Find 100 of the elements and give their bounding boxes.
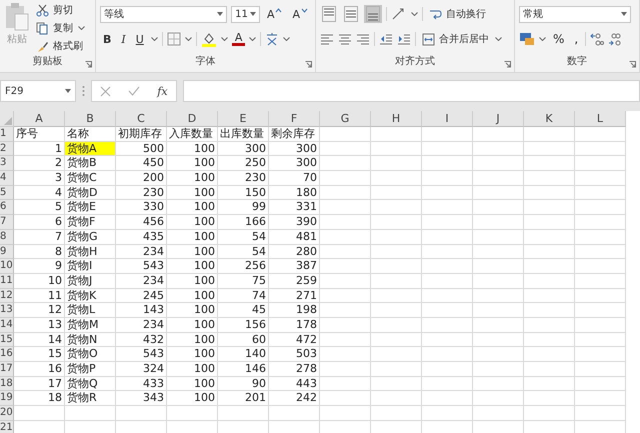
caret-icon[interactable] [150, 37, 158, 41]
row-header[interactable]: 4 [0, 171, 14, 186]
caret-icon[interactable] [78, 26, 85, 30]
row-header[interactable]: 6 [0, 200, 14, 216]
row-header[interactable]: 8 [0, 230, 14, 244]
caret-icon[interactable] [495, 37, 502, 41]
column-header[interactable]: F [269, 111, 320, 127]
table-cell: 2 [14, 156, 65, 172]
merge-center-button[interactable]: 合并后居中 [420, 31, 491, 47]
row-header[interactable]: 9 [0, 244, 14, 260]
row-header[interactable]: 13 [0, 303, 14, 318]
table-cell: 500 [116, 142, 167, 156]
formula-input[interactable] [183, 80, 640, 102]
row-header[interactable]: 7 [0, 215, 14, 230]
row-header[interactable]: 2 [0, 142, 14, 156]
font-color-button[interactable]: A [232, 32, 246, 46]
column-header[interactable]: H [371, 111, 422, 127]
row-header[interactable]: 1 [0, 127, 14, 142]
column-header[interactable]: K [524, 111, 575, 127]
borders-icon[interactable] [166, 32, 181, 46]
table-cell: 180 [269, 186, 320, 200]
row-header[interactable]: 10 [0, 259, 14, 274]
align-right-icon[interactable] [356, 33, 370, 45]
decrease-decimal-icon[interactable] [608, 32, 622, 46]
row-header[interactable]: 19 [0, 391, 14, 406]
dialog-launcher-icon[interactable] [629, 61, 636, 68]
row-header[interactable]: 20 [0, 406, 14, 421]
phonetic-guide-icon[interactable] [265, 32, 280, 46]
table-cell: 330 [116, 200, 167, 216]
table-cell: 100 [167, 347, 218, 362]
table-cell [320, 347, 371, 362]
increase-indent-icon[interactable] [397, 33, 411, 45]
align-center-icon[interactable] [338, 33, 352, 45]
name-box[interactable]: F29 [0, 80, 76, 102]
row-header[interactable]: 18 [0, 376, 14, 392]
row-header[interactable]: 17 [0, 362, 14, 377]
table-cell: 4 [14, 186, 65, 200]
comma-button[interactable]: , [571, 32, 582, 46]
column-header[interactable]: J [473, 111, 524, 127]
table-cell [320, 244, 371, 260]
column-header[interactable]: G [320, 111, 371, 127]
dialog-launcher-icon[interactable] [85, 61, 92, 68]
column-header[interactable]: L [575, 111, 626, 127]
row-header[interactable]: 21 [0, 420, 14, 433]
table-cell: 324 [116, 362, 167, 377]
dialog-launcher-icon[interactable] [305, 61, 312, 68]
caret-icon[interactable] [184, 37, 192, 41]
increase-font-size-button[interactable]: A [264, 8, 286, 20]
decrease-indent-icon[interactable] [379, 33, 393, 45]
row-header[interactable]: 11 [0, 274, 14, 289]
insert-function-button[interactable]: fx [157, 84, 168, 98]
row-header[interactable]: 14 [0, 318, 14, 333]
bottom-align-button[interactable] [364, 5, 382, 23]
increase-decimal-icon[interactable] [590, 32, 604, 46]
middle-align-button[interactable] [342, 5, 360, 23]
table-cell [320, 376, 371, 392]
dialog-launcher-icon[interactable] [504, 61, 511, 68]
top-align-button[interactable] [320, 5, 338, 23]
table-cell: 货物H [65, 244, 116, 260]
percent-button[interactable]: % [550, 32, 568, 46]
accounting-format-icon[interactable] [519, 32, 535, 46]
table-cell: 100 [167, 230, 218, 244]
table-cell [320, 259, 371, 274]
column-header[interactable]: C [116, 111, 167, 127]
number-format-dropdown[interactable]: 常规 [519, 6, 631, 22]
italic-button[interactable]: I [118, 32, 129, 46]
row-header[interactable]: 15 [0, 332, 14, 348]
table-cell [371, 259, 422, 274]
caret-icon[interactable] [539, 37, 546, 41]
cut-button[interactable]: 剪切 [34, 2, 85, 18]
row-header[interactable]: 16 [0, 347, 14, 362]
font-name-dropdown[interactable]: 等线 [100, 6, 228, 22]
row-header[interactable]: 3 [0, 156, 14, 172]
copy-button[interactable]: 复制 [34, 20, 75, 36]
format-painter-button[interactable]: 格式刷 [34, 38, 85, 54]
group-label: 字体 [196, 55, 216, 69]
row-header[interactable]: 12 [0, 288, 14, 304]
font-size-dropdown[interactable]: 11 [231, 6, 260, 22]
underline-button[interactable]: U [132, 32, 147, 46]
fill-color-icon[interactable] [200, 31, 217, 47]
enter-check-icon[interactable] [128, 86, 140, 96]
caret-icon[interactable] [283, 37, 290, 41]
wrap-text-button[interactable]: 自动换行 [427, 6, 488, 22]
table-cell: 156 [218, 318, 269, 333]
caret-icon[interactable] [249, 37, 256, 41]
table-cell: 11 [14, 288, 65, 304]
column-header[interactable]: A [14, 111, 65, 127]
column-header[interactable]: E [218, 111, 269, 127]
row-header[interactable]: 5 [0, 186, 14, 200]
table-cell [524, 200, 575, 216]
column-header[interactable]: I [422, 111, 473, 127]
table-cell [473, 288, 524, 304]
caret-icon[interactable] [411, 12, 418, 16]
table-cell: 15 [14, 347, 65, 362]
caret-icon[interactable] [220, 37, 228, 41]
column-header[interactable]: B [65, 111, 116, 127]
column-header[interactable]: D [167, 111, 218, 127]
align-left-icon[interactable] [320, 33, 334, 45]
bold-button[interactable]: B [100, 32, 114, 46]
decrease-font-size-button[interactable]: A [289, 8, 311, 20]
